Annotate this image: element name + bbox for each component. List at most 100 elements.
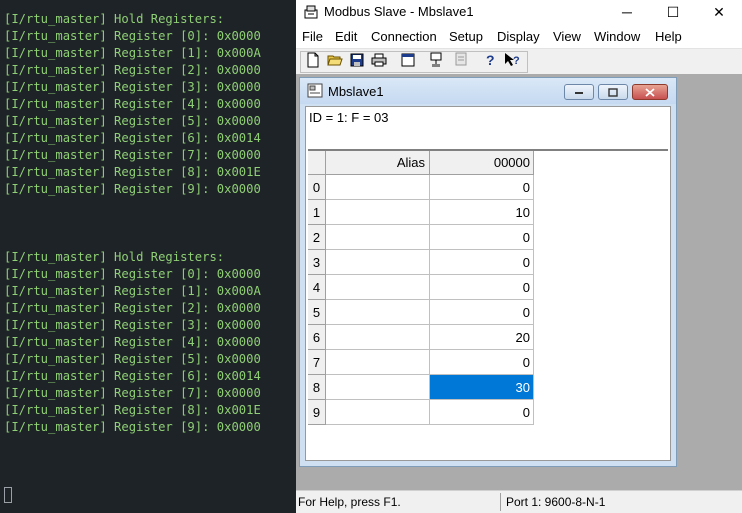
new-icon[interactable] xyxy=(303,51,323,69)
terminal-line: [I/rtu_master] Register [6]: 0x0014 xyxy=(4,369,261,383)
child-client-area: ID = 1: F = 03 Alias 00000 0 0 1 10 2 0 3 0 4 0 5 0 6 2… xyxy=(305,106,671,461)
row-header[interactable]: 8 xyxy=(308,375,326,400)
alias-cell[interactable] xyxy=(326,350,430,375)
terminal-line: [I/rtu_master] Register [8]: 0x001E xyxy=(4,403,261,417)
register-value-cell[interactable]: 0 xyxy=(430,400,534,425)
save-icon[interactable] xyxy=(347,51,367,69)
row-header[interactable]: 5 xyxy=(308,300,326,325)
register-value-cell[interactable]: 10 xyxy=(430,200,534,225)
row-header[interactable]: 9 xyxy=(308,400,326,425)
alias-column-header[interactable]: Alias xyxy=(326,151,430,175)
child-restore-button[interactable] xyxy=(598,84,628,100)
maximize-icon: ☐ xyxy=(666,4,680,20)
row-header[interactable]: 2 xyxy=(308,225,326,250)
value-column-header[interactable]: 00000 xyxy=(430,151,534,175)
terminal-line: [I/rtu_master] Register [1]: 0x000A xyxy=(4,46,261,60)
child-minimize-button[interactable] xyxy=(564,84,594,100)
grid-corner xyxy=(308,151,326,175)
terminal-panel[interactable]: [I/rtu_master] Hold Registers: [I/rtu_mas… xyxy=(0,0,296,512)
open-icon[interactable] xyxy=(325,51,345,69)
svg-text:?: ? xyxy=(513,55,520,67)
row-header[interactable]: 6 xyxy=(308,325,326,350)
register-value-cell[interactable]: 0 xyxy=(430,250,534,275)
alias-cell[interactable] xyxy=(326,250,430,275)
menu-display[interactable]: Display xyxy=(497,29,540,44)
toolbar: ? ? xyxy=(296,48,742,75)
close-button[interactable]: ✕ xyxy=(696,0,742,25)
maximize-button[interactable]: ☐ xyxy=(650,0,696,25)
menu-help[interactable]: Help xyxy=(655,29,682,44)
row-header[interactable]: 7 xyxy=(308,350,326,375)
register-value-cell[interactable]: 0 xyxy=(430,275,534,300)
slave-id-function-label: ID = 1: F = 03 xyxy=(309,110,389,125)
alias-cell[interactable] xyxy=(326,325,430,350)
terminal-line: [I/rtu_master] Register [9]: 0x0000 xyxy=(4,420,261,434)
child-title: Mbslave1 xyxy=(328,84,384,99)
register-value-cell[interactable]: 0 xyxy=(430,350,534,375)
menu-setup[interactable]: Setup xyxy=(449,29,483,44)
menu-edit[interactable]: Edit xyxy=(335,29,357,44)
row-header[interactable]: 0 xyxy=(308,175,326,200)
status-bar: For Help, press F1. Port 1: 9600-8-N-1 xyxy=(296,490,742,513)
terminal-line: [I/rtu_master] Register [4]: 0x0000 xyxy=(4,335,261,349)
register-value-cell[interactable]: 0 xyxy=(430,175,534,200)
alias-cell[interactable] xyxy=(326,200,430,225)
terminal-line: [I/rtu_master] Register [7]: 0x0000 xyxy=(4,386,261,400)
status-help-text: For Help, press F1. xyxy=(298,495,401,509)
register-value-cell[interactable]: 0 xyxy=(430,225,534,250)
context-help-icon[interactable]: ? xyxy=(502,51,522,69)
register-value-cell[interactable]: 20 xyxy=(430,325,534,350)
app-icon xyxy=(304,5,318,19)
terminal-line: [I/rtu_master] Register [0]: 0x0000 xyxy=(4,29,261,43)
terminal-line: [I/rtu_master] Register [7]: 0x0000 xyxy=(4,148,261,162)
alias-cell[interactable] xyxy=(326,175,430,200)
window-title: Modbus Slave - Mbslave1 xyxy=(324,4,474,19)
terminal-line: [I/rtu_master] Register [0]: 0x0000 xyxy=(4,267,261,281)
menu-window[interactable]: Window xyxy=(594,29,640,44)
print-icon[interactable] xyxy=(369,51,389,69)
terminal-line: [I/rtu_master] Register [3]: 0x0000 xyxy=(4,318,261,332)
terminal-line: [I/rtu_master] Hold Registers: xyxy=(4,250,225,264)
title-bar[interactable]: Modbus Slave - Mbslave1 ─ ☐ ✕ xyxy=(296,0,742,25)
status-divider xyxy=(500,493,501,511)
register-value-cell[interactable]: 30 xyxy=(430,375,534,400)
row-header[interactable]: 3 xyxy=(308,250,326,275)
modbus-slave-window: Modbus Slave - Mbslave1 ─ ☐ ✕ File Edit … xyxy=(296,0,742,513)
close-icon: ✕ xyxy=(713,4,725,20)
alias-cell[interactable] xyxy=(326,400,430,425)
terminal-line: [I/rtu_master] Register [4]: 0x0000 xyxy=(4,97,261,111)
alias-cell[interactable] xyxy=(326,225,430,250)
minimize-button[interactable]: ─ xyxy=(604,0,650,25)
terminal-line: [I/rtu_master] Register [1]: 0x000A xyxy=(4,284,261,298)
disconnect-icon[interactable] xyxy=(451,51,471,69)
menu-file[interactable]: File xyxy=(302,29,323,44)
terminal-line: [I/rtu_master] Register [2]: 0x0000 xyxy=(4,301,261,315)
connect-icon[interactable] xyxy=(427,51,447,69)
menu-view[interactable]: View xyxy=(553,29,581,44)
mdi-workspace: Mbslave1 ID = 1: F = 03 Alias 00000 0 0 1 10 2… xyxy=(296,74,742,490)
alias-cell[interactable] xyxy=(326,300,430,325)
terminal-line: [I/rtu_master] Register [9]: 0x0000 xyxy=(4,182,261,196)
help-icon[interactable]: ? xyxy=(480,51,500,69)
terminal-line: [I/rtu_master] Register [3]: 0x0000 xyxy=(4,80,261,94)
menu-connection[interactable]: Connection xyxy=(371,29,437,44)
terminal-line: [I/rtu_master] Register [6]: 0x0014 xyxy=(4,131,261,145)
child-close-button[interactable] xyxy=(632,84,668,100)
close-icon xyxy=(645,87,655,97)
terminal-line: [I/rtu_master] Register [2]: 0x0000 xyxy=(4,63,261,77)
terminal-line: [I/rtu_master] Register [5]: 0x0000 xyxy=(4,352,261,366)
child-title-bar[interactable]: Mbslave1 xyxy=(300,78,676,104)
alias-cell[interactable] xyxy=(326,275,430,300)
window-icon[interactable] xyxy=(398,51,418,69)
mbslave1-child-window: Mbslave1 ID = 1: F = 03 Alias 00000 0 0 1 10 2… xyxy=(299,77,677,467)
register-value-cell[interactable]: 0 xyxy=(430,300,534,325)
status-port-text: Port 1: 9600-8-N-1 xyxy=(506,495,606,509)
row-header[interactable]: 1 xyxy=(308,200,326,225)
alias-cell[interactable] xyxy=(326,375,430,400)
minimize-icon xyxy=(575,92,583,94)
restore-icon xyxy=(608,87,618,97)
row-header[interactable]: 4 xyxy=(308,275,326,300)
terminal-line: [I/rtu_master] Register [5]: 0x0000 xyxy=(4,114,261,128)
document-icon xyxy=(307,83,323,98)
minimize-icon: ─ xyxy=(622,4,632,20)
